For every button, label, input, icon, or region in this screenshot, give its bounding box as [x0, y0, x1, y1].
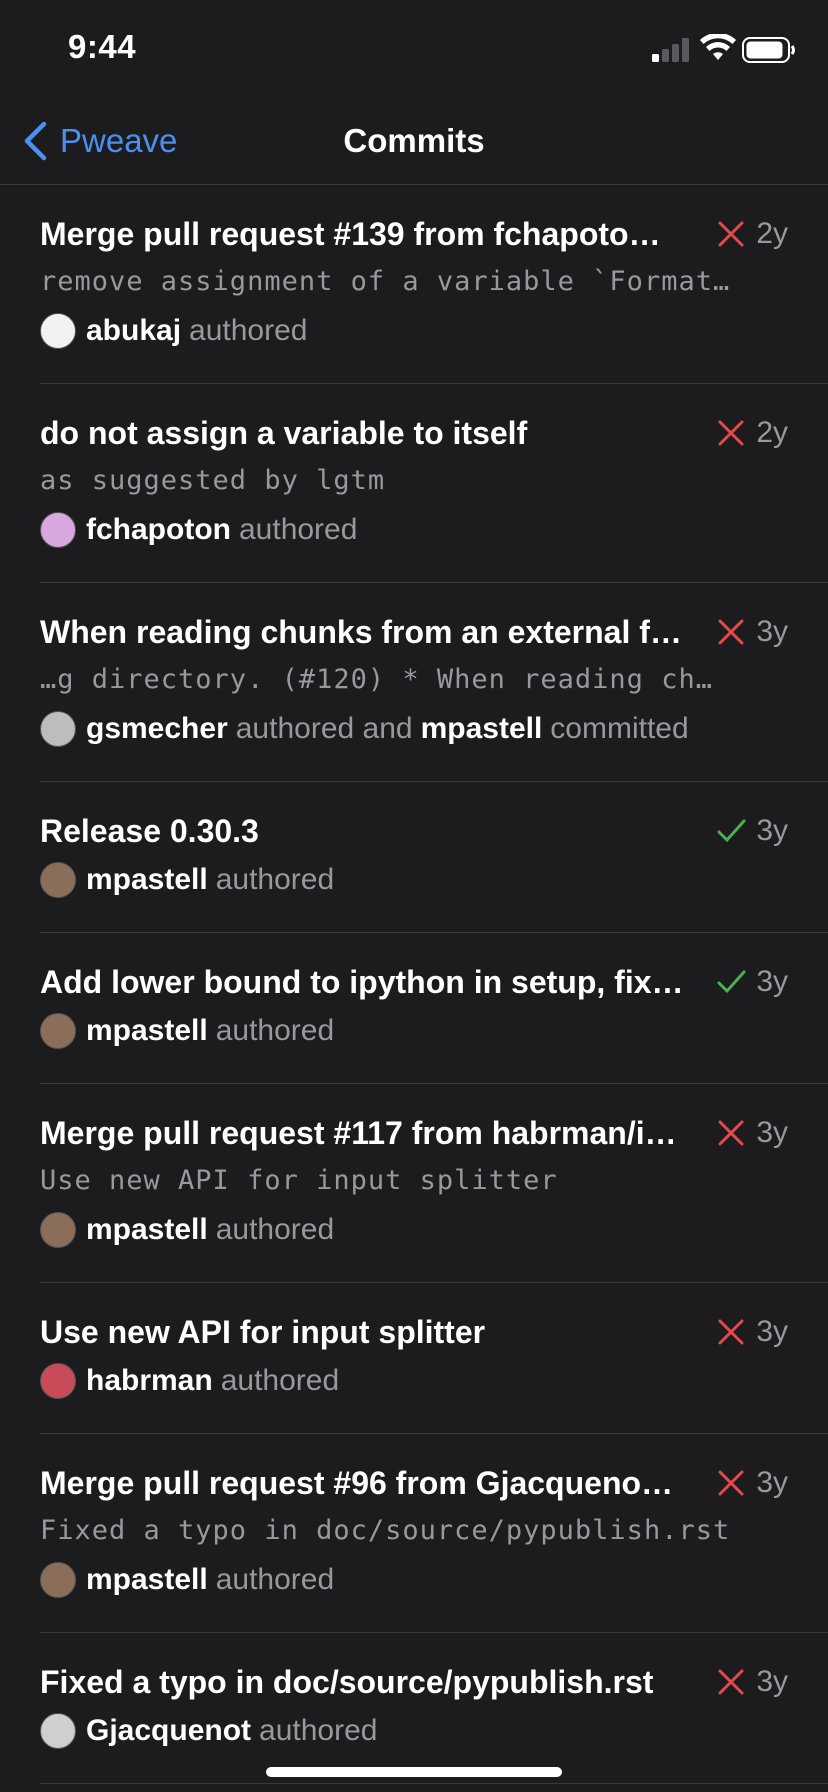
author-name: Gjacquenot	[86, 1714, 252, 1747]
x-mark-icon	[718, 1319, 744, 1345]
commit-title: Merge pull request #117 from habrman/i…	[40, 1115, 677, 1151]
avatar	[40, 1363, 76, 1399]
author-verb: authored	[189, 314, 308, 347]
avatar	[40, 313, 76, 349]
commit-age: 2y	[756, 217, 788, 250]
x-mark-icon	[718, 619, 744, 645]
commit-age: 3y	[756, 1315, 788, 1348]
commit-status: 2y	[716, 213, 788, 255]
commit-meta: mpastell authored	[40, 1208, 788, 1252]
checkmark-icon	[717, 819, 746, 843]
commit-status: 3y	[716, 1661, 788, 1703]
commit-status: 3y	[716, 1462, 788, 1504]
commit-age: 3y	[756, 1116, 788, 1149]
author-verb: authored	[215, 1213, 335, 1246]
author-verb: authored	[238, 513, 358, 546]
commit-status: 3y	[716, 1311, 788, 1353]
author-name: mpastell	[86, 1563, 208, 1596]
author-verb: authored	[259, 1714, 378, 1747]
author-name: fchapoton	[86, 513, 231, 546]
wifi-icon	[700, 34, 736, 60]
commit-meta: Gjacquenot authored	[40, 1709, 788, 1753]
commit-meta: abukaj authored	[40, 309, 788, 353]
commit-title: Release 0.30.3	[40, 813, 259, 849]
avatar	[40, 1212, 76, 1248]
commit-message: Use new API for input splitter	[40, 1165, 558, 1196]
navigation-bar: Pweave Commits	[0, 100, 828, 185]
commit-row[interactable]: Use new API for input splitter 3y habrman a…	[40, 1283, 828, 1434]
status-time: 9:44	[68, 28, 137, 65]
author-name: mpastell	[86, 1213, 208, 1246]
x-mark-icon	[718, 1470, 744, 1496]
commit-meta: habrman authored	[40, 1359, 788, 1403]
commit-age: 3y	[756, 615, 788, 648]
committer-name: mpastell	[420, 712, 543, 745]
commit-meta: fchapoton authored	[40, 508, 788, 552]
avatar	[40, 711, 76, 747]
commit-meta: mpastell authored	[40, 858, 788, 902]
commit-meta: mpastell authored	[40, 1009, 788, 1053]
commit-age: 3y	[756, 1466, 788, 1499]
commit-status: 3y	[716, 611, 788, 653]
commit-row[interactable]: Release 0.30.3 3y mpastell authored	[40, 782, 828, 933]
commit-row[interactable]: Merge pull request #96 from Gjacqueno… 3y…	[40, 1434, 828, 1633]
commit-message: …g directory. (#120) * When reading ch…	[40, 664, 713, 695]
commit-row[interactable]: Fixed a typo in doc/source/pypublish.rst…	[40, 1633, 828, 1784]
commit-row[interactable]: Merge pull request #139 from fchapoto… 2y…	[40, 185, 828, 384]
author-name: habrman	[86, 1364, 213, 1397]
committer-verb: committed	[550, 712, 689, 745]
commit-message: remove assignment of a variable `Format…	[40, 266, 731, 297]
commit-status: 3y	[716, 810, 788, 852]
cellular-signal-icon	[652, 38, 689, 62]
battery-icon	[742, 37, 795, 63]
author-name: mpastell	[86, 863, 208, 896]
x-mark-icon	[718, 1669, 744, 1695]
author-name: gsmecher	[86, 712, 228, 745]
commit-age: 2y	[756, 416, 788, 449]
avatar	[40, 1013, 76, 1049]
author-verb: authored	[215, 1563, 335, 1596]
commit-title: do not assign a variable to itself	[40, 415, 528, 451]
commit-meta: mpastell authored	[40, 1558, 788, 1602]
status-bar: 9:44	[0, 0, 828, 100]
page-title: Commits	[343, 122, 485, 159]
commit-list: Merge pull request #139 from fchapoto… 2y…	[0, 185, 828, 1784]
commit-row[interactable]: do not assign a variable to itself 2y as s…	[40, 384, 828, 583]
commit-status: 2y	[716, 412, 788, 454]
commit-row[interactable]: Add lower bound to ipython in setup, fix…	[40, 933, 828, 1084]
commit-message: as suggested by lgtm	[40, 465, 386, 496]
x-mark-icon	[718, 1120, 744, 1146]
avatar	[40, 512, 76, 548]
author-verb: authored	[215, 863, 335, 896]
avatar	[40, 862, 76, 898]
commit-title: Fixed a typo in doc/source/pypublish.rst	[40, 1664, 654, 1700]
commit-status: 3y	[716, 1112, 788, 1154]
home-indicator[interactable]	[266, 1767, 562, 1777]
commit-meta: gsmecher authored and mpastell committed	[40, 707, 788, 751]
commit-message: Fixed a typo in doc/source/pypublish.rst	[40, 1515, 731, 1546]
x-mark-icon	[718, 420, 744, 446]
author-name: abukaj	[86, 314, 182, 347]
commit-title: When reading chunks from an external f…	[40, 614, 682, 650]
author-name: mpastell	[86, 1014, 208, 1047]
avatar	[40, 1713, 76, 1749]
commit-age: 3y	[756, 965, 788, 998]
author-verb: authored	[220, 1364, 340, 1397]
commit-title: Use new API for input splitter	[40, 1314, 486, 1350]
commit-title: Merge pull request #139 from fchapoto…	[40, 216, 661, 252]
avatar	[40, 1562, 76, 1598]
author-verb: authored	[215, 1014, 335, 1047]
x-mark-icon	[718, 221, 744, 247]
commit-row[interactable]: Merge pull request #117 from habrman/i… 3…	[40, 1084, 828, 1283]
checkmark-icon	[717, 970, 746, 994]
commit-title: Merge pull request #96 from Gjacqueno…	[40, 1465, 674, 1501]
author-verb: authored and	[235, 712, 413, 745]
commit-row[interactable]: When reading chunks from an external f… 3…	[40, 583, 828, 782]
commit-status: 3y	[716, 961, 788, 1003]
commit-age: 3y	[756, 814, 788, 847]
commit-title: Add lower bound to ipython in setup, fix…	[40, 964, 684, 1000]
commit-age: 3y	[756, 1665, 788, 1698]
